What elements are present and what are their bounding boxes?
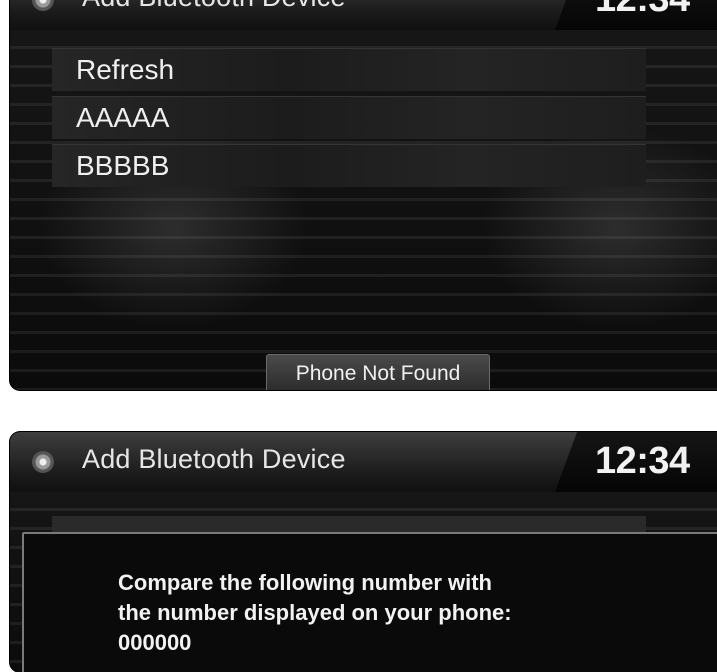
clock-box: 12:34 (555, 0, 717, 30)
top-screen: Add Bluetooth Device 12:34 Refresh AAAAA… (10, 0, 717, 390)
list-item-label: Refresh (76, 54, 175, 85)
bottom-header: Add Bluetooth Device 12:34 (10, 432, 717, 493)
clock: 12:34 (595, 440, 690, 482)
bottom-screen: Add Bluetooth Device 12:34 Compare the f… (10, 432, 717, 672)
list-item-bbbbb[interactable]: BBBBB (52, 144, 646, 187)
dialog-line-1: Compare the following number with (118, 570, 492, 595)
device-list: Refresh AAAAA BBBBB (52, 48, 646, 192)
list-item-aaaaa[interactable]: AAAAA (52, 96, 646, 139)
top-header: Add Bluetooth Device 12:34 (10, 0, 717, 31)
list-item-refresh[interactable]: Refresh (52, 48, 646, 91)
list-item-label: BBBBB (76, 150, 170, 181)
clock: 12:34 (595, 0, 690, 21)
clock-box: 12:34 (555, 432, 717, 492)
list-item-behind (52, 516, 646, 532)
page-title: Add Bluetooth Device (82, 444, 346, 474)
list-item-label: AAAAA (76, 102, 170, 133)
phone-not-found-button[interactable]: Phone Not Found (266, 354, 490, 390)
gear-icon (32, 0, 54, 11)
dialog-line-2: the number displayed on your phone: (118, 600, 512, 625)
page-title: Add Bluetooth Device (82, 0, 346, 13)
dialog-message: Compare the following number with the nu… (118, 568, 512, 658)
gear-icon (32, 451, 54, 473)
pairing-code: 000000 (118, 630, 192, 655)
pairing-dialog: Compare the following number with the nu… (22, 532, 717, 672)
